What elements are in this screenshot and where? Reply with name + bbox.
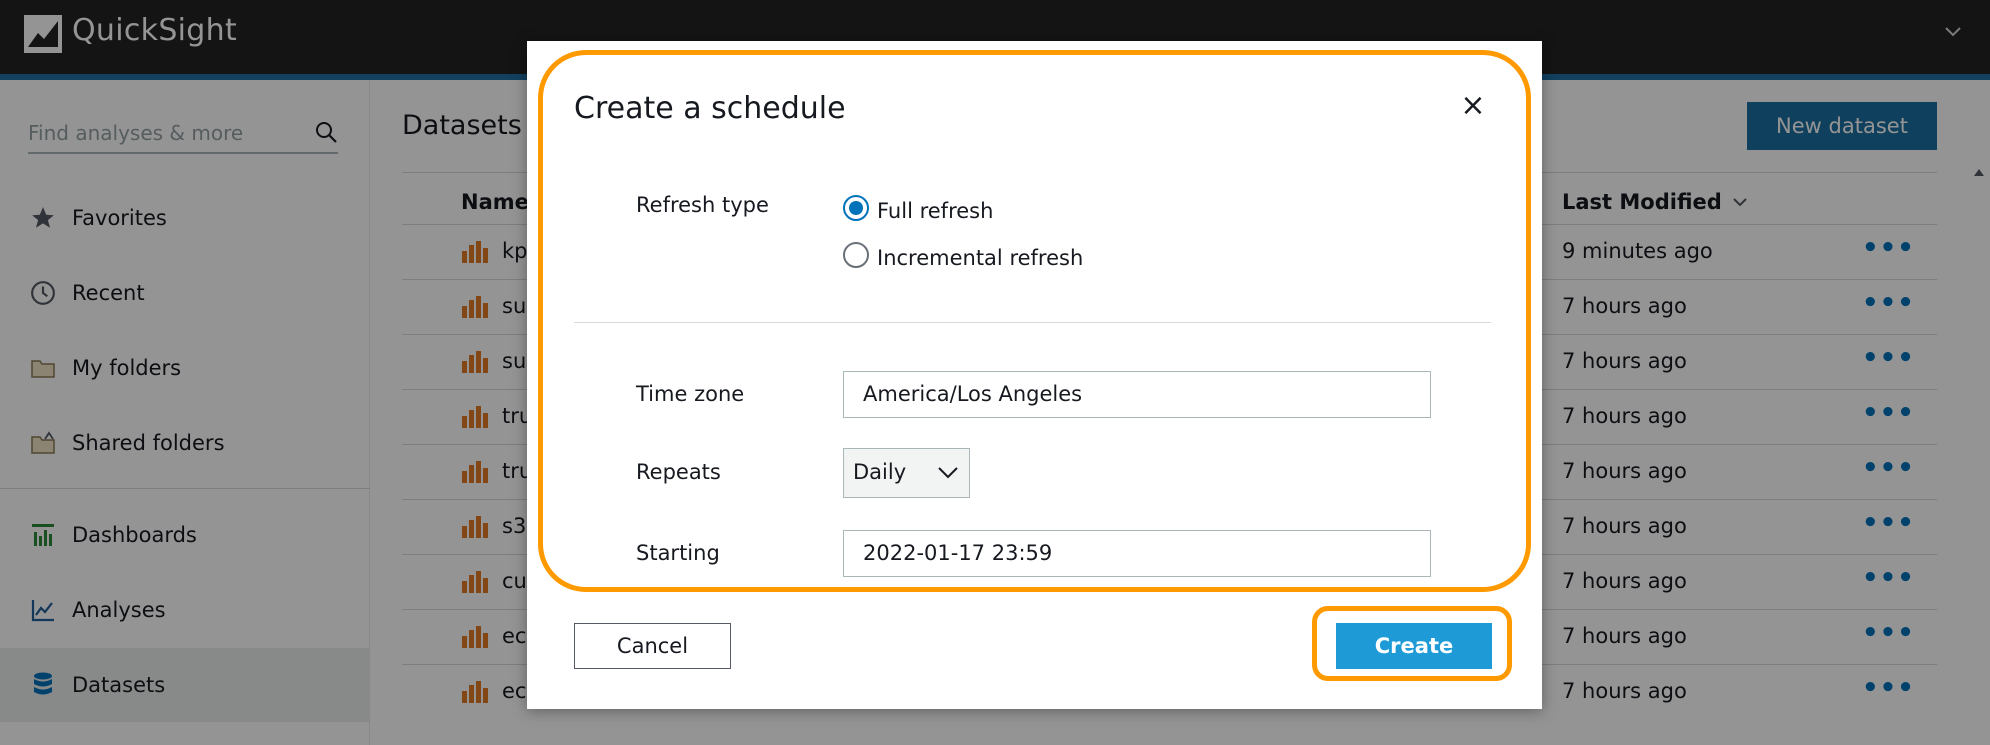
create-button[interactable]: Create	[1336, 623, 1492, 669]
time-zone-label: Time zone	[636, 382, 745, 406]
dialog-title: Create a schedule	[574, 91, 846, 126]
repeats-select[interactable]: Daily	[843, 448, 970, 498]
time-zone-field[interactable]: America/Los Angeles	[843, 371, 1431, 418]
repeats-label: Repeats	[636, 460, 721, 484]
full-refresh-label[interactable]: Full refresh	[877, 199, 993, 223]
starting-label: Starting	[636, 541, 720, 565]
close-icon[interactable]: ×	[1457, 90, 1489, 122]
full-refresh-radio[interactable]	[843, 195, 869, 221]
chevron-down-icon	[938, 467, 958, 479]
section-divider	[574, 322, 1491, 323]
cancel-button[interactable]: Cancel	[574, 623, 731, 669]
create-schedule-dialog: Create a schedule × Refresh type Full re…	[527, 41, 1542, 709]
repeats-value: Daily	[853, 460, 907, 484]
refresh-type-label: Refresh type	[636, 193, 769, 217]
starting-datetime-field[interactable]: 2022-01-17 23:59	[843, 530, 1431, 577]
incremental-refresh-radio[interactable]	[843, 242, 869, 268]
incremental-refresh-label[interactable]: Incremental refresh	[877, 246, 1083, 270]
